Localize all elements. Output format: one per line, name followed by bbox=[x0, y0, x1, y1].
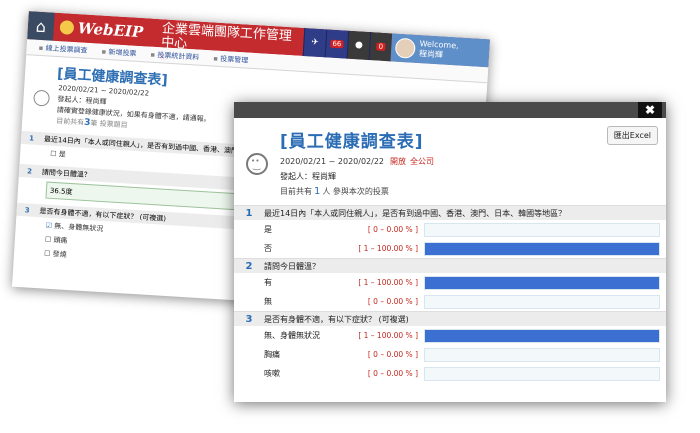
result-bar-track bbox=[424, 294, 660, 309]
chat-icon[interactable]: ● bbox=[346, 30, 371, 60]
pin-icon[interactable]: ✈ bbox=[302, 28, 327, 58]
result-row: 無、身體無狀況[ 1 – 100.00 % ] bbox=[234, 326, 666, 345]
avatar bbox=[394, 37, 416, 59]
result-bar bbox=[425, 329, 659, 342]
close-button[interactable]: ✖ bbox=[638, 102, 662, 118]
menu-vote-list[interactable]: 線上投票調查 bbox=[38, 42, 88, 55]
menu-vote-stats[interactable]: 投票統計資料 bbox=[150, 49, 200, 62]
notice-badge: 0 bbox=[376, 42, 386, 51]
question-results: 1 最近14日內「本人或同住親人」，是否有到過中國、香港、澳門、日本、韓國等地區？… bbox=[234, 205, 666, 383]
menu-vote-manage[interactable]: 投票管理 bbox=[213, 53, 249, 65]
survey-title: [員工健康調查表] bbox=[280, 132, 424, 152]
app-logo[interactable]: WebEIP bbox=[53, 12, 153, 47]
smiley-icon bbox=[246, 153, 268, 175]
result-bar bbox=[425, 242, 659, 255]
stage: ⌂ WebEIP 企業雲端團隊工作管理中心 k. ✈ 66 ● 0 Welcome… bbox=[0, 0, 700, 433]
export-excel-button[interactable]: 匯出Excel bbox=[606, 126, 658, 145]
result-bar bbox=[425, 276, 659, 289]
mail-badge: 66 bbox=[330, 39, 344, 49]
organizer: 發起人：程尚輝 bbox=[280, 172, 336, 181]
smiley-icon bbox=[33, 89, 51, 107]
question-header: 1 最近14日內「本人或同住親人」，是否有到過中國、香港、澳門、日本、韓國等地區？ bbox=[234, 205, 666, 220]
result-row: 否[ 1 – 100.00 % ] bbox=[234, 239, 666, 258]
home-icon[interactable]: ⌂ bbox=[27, 11, 55, 41]
mail-icon[interactable]: 66 bbox=[324, 29, 349, 59]
result-bar-track bbox=[424, 366, 660, 381]
participant-count: 目前共有 1 人 參與本次的投票 bbox=[280, 186, 389, 197]
results-window: ✖ [員工健康調查表] 2020/02/21 ~ 2020/02/22開放全公司… bbox=[234, 102, 666, 402]
result-bar-track bbox=[424, 222, 660, 237]
result-row: 有[ 1 – 100.00 % ] bbox=[234, 273, 666, 292]
result-bar-track bbox=[424, 328, 660, 343]
result-bar-track bbox=[424, 347, 660, 362]
logo-text: WebEIP bbox=[77, 19, 144, 42]
result-row: 咳嗽[ 0 – 0.00 % ] bbox=[234, 364, 666, 383]
result-row: 是[ 0 – 0.00 % ] bbox=[234, 220, 666, 239]
menu-new-vote[interactable]: 新增投票 bbox=[101, 46, 137, 58]
question-header: 2 請問今日體溫？ bbox=[234, 258, 666, 273]
status-badge: 開放 bbox=[390, 157, 407, 166]
question-header: 3 是否有身體不適，有以下症狀？ (可複選) bbox=[234, 311, 666, 326]
notice-icon[interactable]: 0 bbox=[368, 32, 393, 62]
logo-emblem-icon bbox=[59, 20, 75, 35]
scope-badge: 全公司 bbox=[410, 157, 435, 166]
survey-dates: 2020/02/21 ~ 2020/02/22 開放 全公司 bbox=[280, 157, 435, 166]
result-bar-track bbox=[424, 275, 660, 290]
result-bar-track bbox=[424, 241, 660, 256]
result-row: 胸痛[ 0 – 0.00 % ] bbox=[234, 345, 666, 364]
window-titlebar: ✖ bbox=[234, 102, 666, 118]
user-welcome[interactable]: Welcome, 程尚輝 bbox=[390, 33, 490, 68]
result-row: 無[ 0 – 0.00 % ] bbox=[234, 292, 666, 311]
